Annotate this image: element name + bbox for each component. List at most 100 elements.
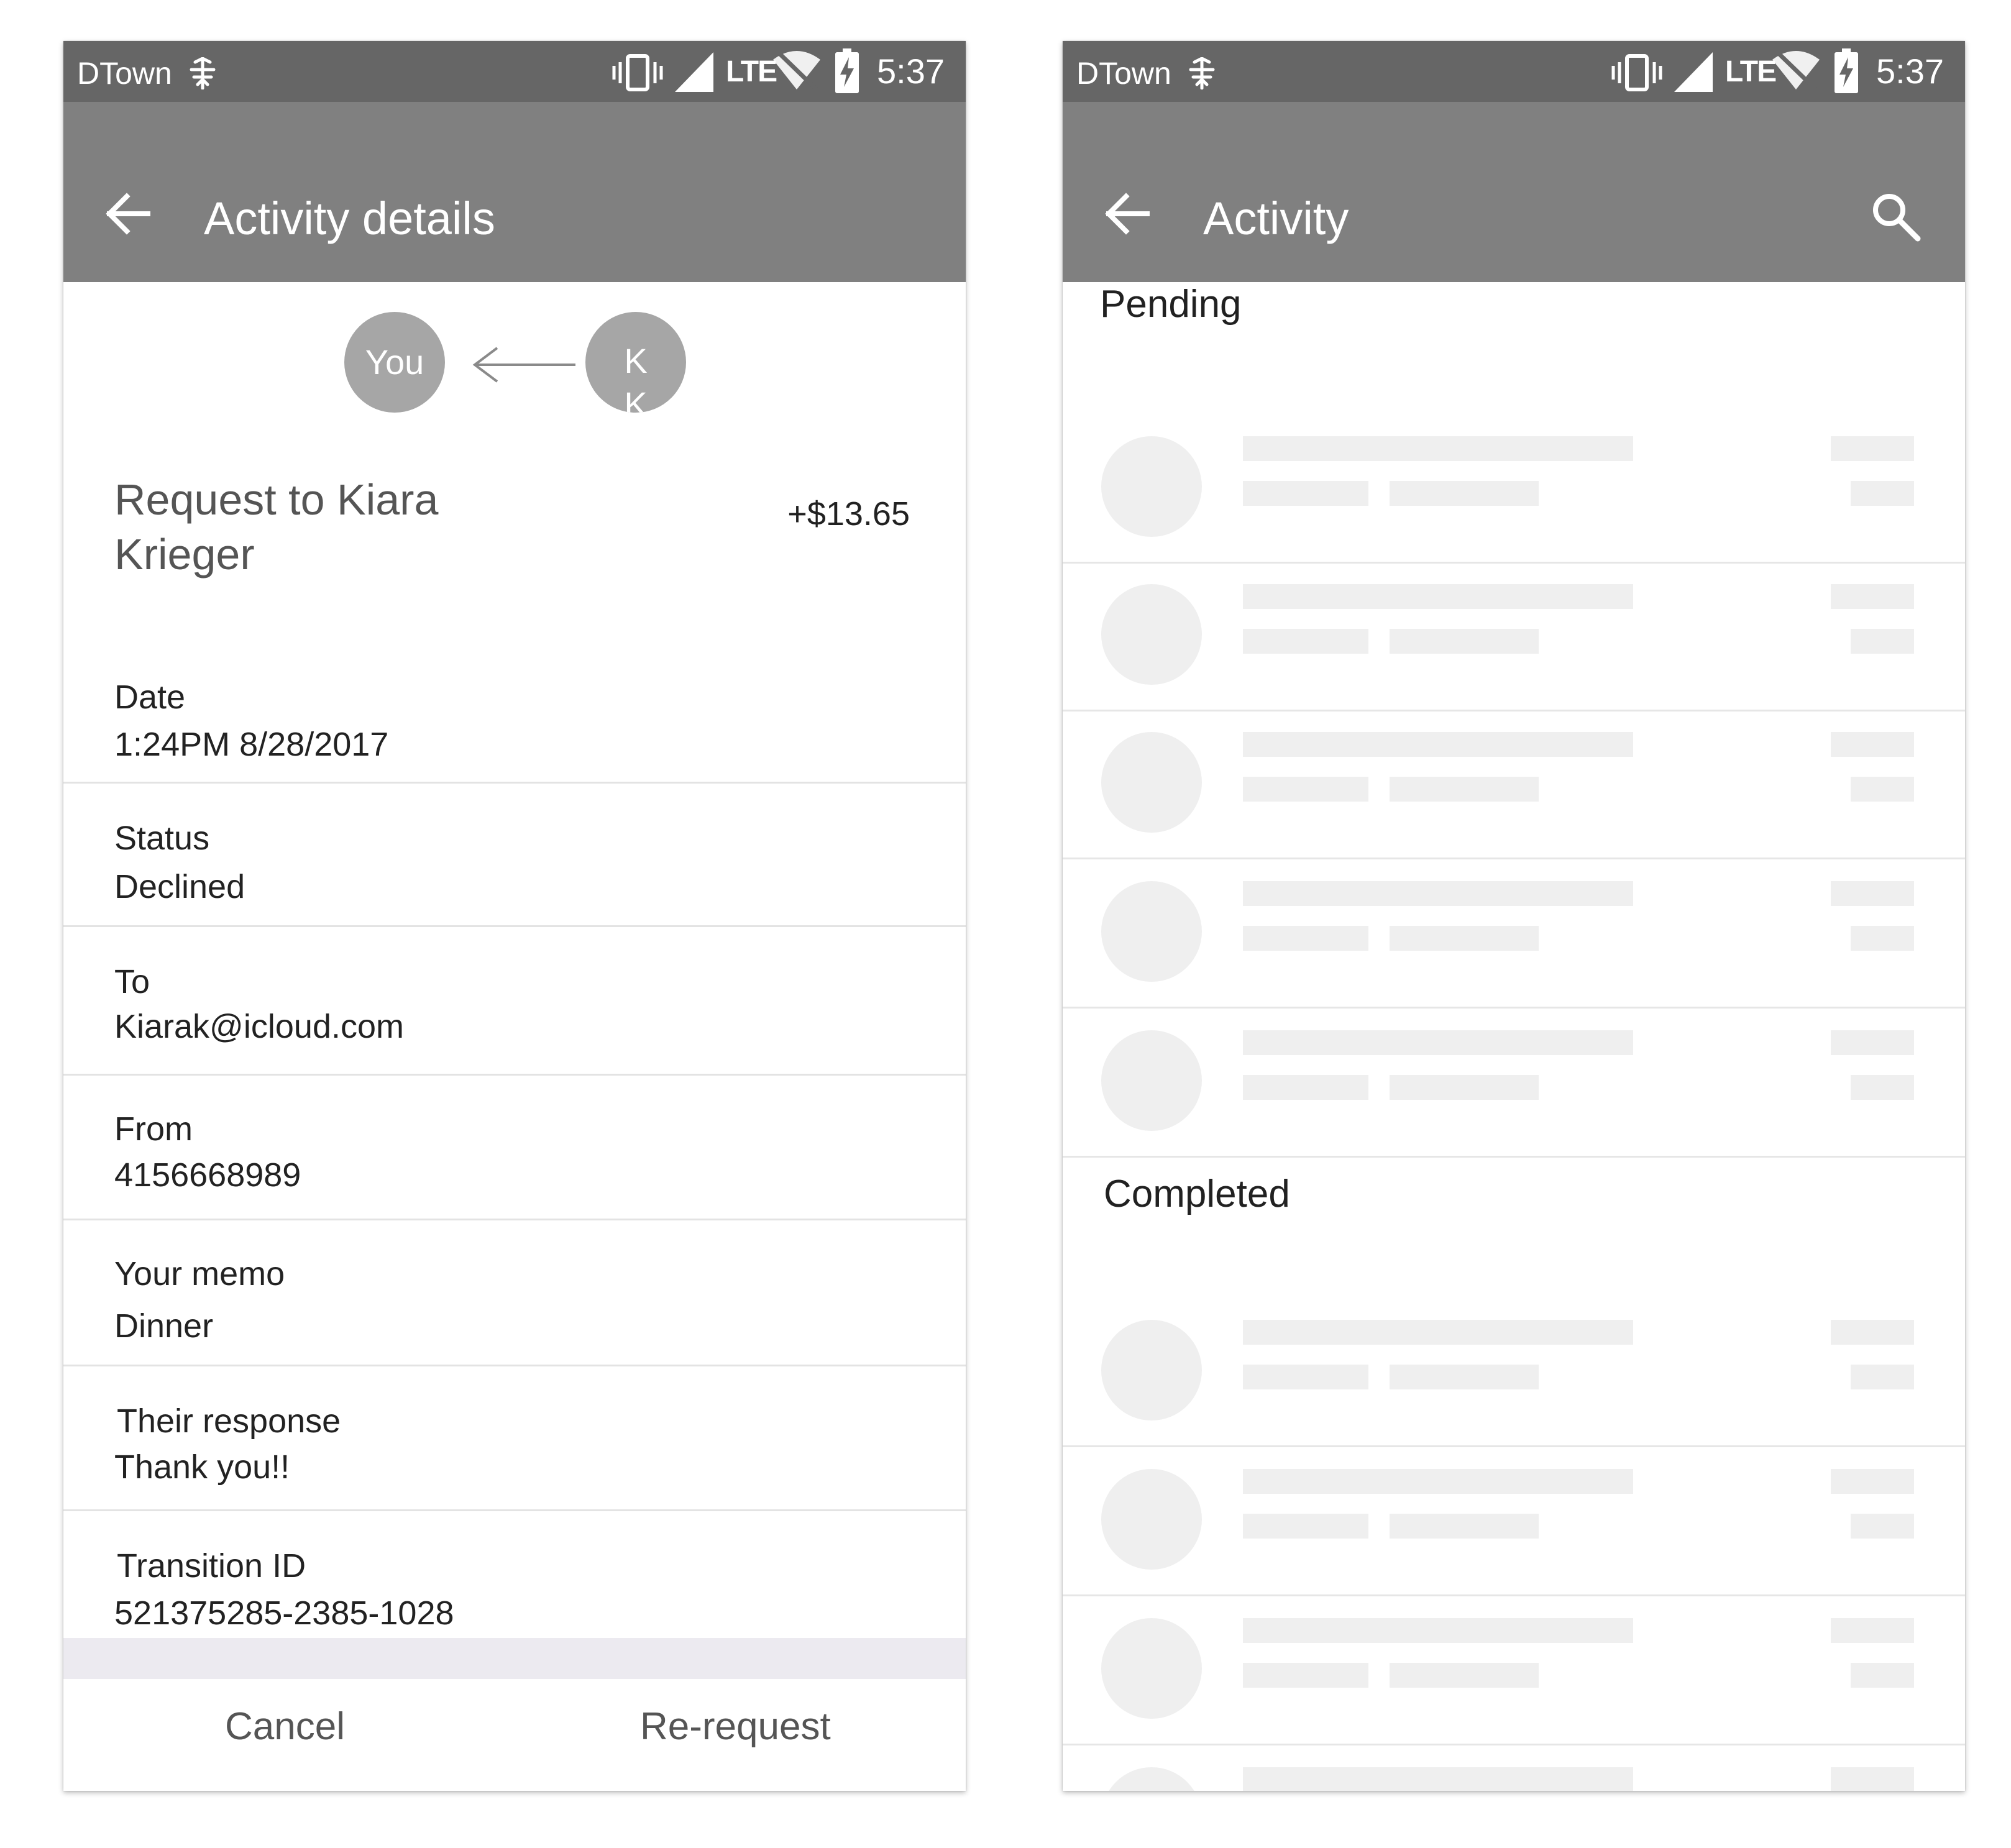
search-icon[interactable] bbox=[1869, 190, 1922, 242]
detail-label: Date bbox=[114, 679, 186, 716]
app-bar: Activity bbox=[1063, 102, 1965, 282]
app-bar: Activity details bbox=[63, 102, 966, 282]
wifi-off-icon bbox=[773, 50, 820, 91]
skeleton-row bbox=[1063, 1296, 1965, 1447]
cancel-button[interactable]: Cancel bbox=[225, 1704, 345, 1750]
detail-date: Date 1:24PM 8/28/2017 bbox=[63, 638, 966, 784]
skeleton-line-amount bbox=[1831, 1618, 1914, 1643]
status-time: 5:37 bbox=[1876, 52, 1944, 91]
divider-band bbox=[63, 1638, 966, 1679]
skeleton-line-meta bbox=[1851, 481, 1914, 506]
skeleton-row bbox=[1063, 560, 1965, 711]
rerequest-button[interactable]: Re-request bbox=[640, 1704, 831, 1750]
skeleton-line-meta bbox=[1851, 629, 1914, 654]
detail-transaction-id: Transition ID 521375285-2385-1028 bbox=[63, 1511, 966, 1638]
request-arrow-icon bbox=[472, 347, 575, 383]
avatar-initial-second: K bbox=[624, 385, 648, 413]
detail-value: 521375285-2385-1028 bbox=[114, 1594, 454, 1632]
skeleton-line-subtitle bbox=[1390, 777, 1539, 802]
skeleton-line-title bbox=[1243, 1030, 1633, 1055]
skeleton-line-subtitle bbox=[1390, 1663, 1539, 1688]
skeleton-line-meta bbox=[1851, 1365, 1914, 1389]
skeleton-row bbox=[1063, 413, 1965, 564]
skeleton-line-subtitle bbox=[1243, 1365, 1368, 1389]
skeleton-line-title bbox=[1243, 881, 1633, 906]
avatar-you: You bbox=[344, 312, 445, 413]
skeleton-avatar bbox=[1101, 1767, 1202, 1791]
request-amount: +$13.65 bbox=[787, 495, 910, 533]
skeleton-line-subtitle bbox=[1390, 1365, 1539, 1389]
skeleton-line-subtitle bbox=[1243, 1514, 1368, 1539]
back-arrow-icon[interactable] bbox=[103, 189, 153, 239]
skeleton-line-subtitle bbox=[1243, 481, 1368, 506]
avatar-recipient: K K bbox=[585, 312, 686, 413]
signal-icon bbox=[675, 52, 713, 92]
detail-value: Thank you!! bbox=[114, 1448, 290, 1486]
detail-from: From 4156668989 bbox=[63, 1076, 966, 1220]
detail-value: 1:24PM 8/28/2017 bbox=[114, 726, 389, 763]
skeleton-row bbox=[1063, 1007, 1965, 1158]
skeleton-line-subtitle bbox=[1390, 1514, 1539, 1539]
page-title: Activity bbox=[1203, 193, 1349, 244]
skeleton-line-subtitle bbox=[1243, 777, 1368, 802]
carrier-tower-icon bbox=[1189, 57, 1215, 89]
skeleton-line-meta bbox=[1851, 1075, 1914, 1100]
skeleton-avatar bbox=[1101, 584, 1202, 685]
status-bar: DTown LTE 5:37 bbox=[63, 41, 966, 102]
skeleton-line-subtitle bbox=[1243, 1663, 1368, 1688]
skeleton-avatar bbox=[1101, 1030, 1202, 1131]
page-title: Activity details bbox=[204, 193, 495, 244]
vibrate-icon bbox=[612, 54, 663, 91]
skeleton-line-meta bbox=[1851, 1663, 1914, 1688]
activity-details-screen: DTown LTE 5:37 Activity details You K K … bbox=[63, 41, 966, 1791]
detail-memo: Your memo Dinner bbox=[63, 1220, 966, 1366]
skeleton-row bbox=[1063, 708, 1965, 859]
skeleton-line-title bbox=[1243, 1767, 1633, 1791]
battery-charging-icon bbox=[1835, 48, 1858, 93]
skeleton-line-meta bbox=[1851, 1514, 1914, 1539]
skeleton-avatar bbox=[1101, 1618, 1202, 1719]
signal-icon bbox=[1674, 52, 1713, 92]
detail-response: Their response Thank you!! bbox=[63, 1366, 966, 1511]
avatar-initial-first: K bbox=[624, 341, 648, 380]
skeleton-line-subtitle bbox=[1243, 629, 1368, 654]
detail-label: Status bbox=[114, 820, 210, 857]
wifi-off-icon bbox=[1772, 50, 1820, 91]
skeleton-line-title bbox=[1243, 584, 1633, 609]
request-title: Request to Kiara Krieger bbox=[114, 475, 439, 579]
detail-value: 4156668989 bbox=[114, 1156, 301, 1194]
skeleton-line-title bbox=[1243, 436, 1633, 461]
skeleton-line-subtitle bbox=[1390, 629, 1539, 654]
section-header-pending: Pending bbox=[1100, 283, 1242, 326]
battery-charging-icon bbox=[835, 48, 859, 93]
detail-value: Declined bbox=[114, 868, 245, 905]
skeleton-line-subtitle bbox=[1390, 926, 1539, 951]
detail-label: From bbox=[114, 1110, 193, 1148]
skeleton-line-subtitle bbox=[1390, 481, 1539, 506]
section-header-completed: Completed bbox=[1104, 1173, 1290, 1215]
carrier-name: DTown bbox=[1076, 56, 1171, 91]
detail-status: Status Declined bbox=[63, 784, 966, 927]
skeleton-row bbox=[1063, 1445, 1965, 1596]
detail-label: Your memo bbox=[114, 1255, 285, 1292]
skeleton-line-subtitle bbox=[1243, 926, 1368, 951]
back-arrow-icon[interactable] bbox=[1102, 189, 1152, 239]
skeleton-row bbox=[1063, 858, 1965, 1009]
detail-value: Kiarak@icloud.com bbox=[114, 1008, 404, 1045]
skeleton-avatar bbox=[1101, 1320, 1202, 1420]
status-bar: DTown LTE 5:37 bbox=[1063, 41, 1965, 102]
skeleton-line-amount bbox=[1831, 436, 1914, 461]
detail-label: Transition ID bbox=[117, 1547, 306, 1585]
detail-value: Dinner bbox=[114, 1307, 214, 1345]
activity-screen: DTown LTE 5:37 Activity Pending Complete… bbox=[1063, 41, 1965, 1791]
carrier-name: DTown bbox=[77, 56, 172, 91]
skeleton-line-amount bbox=[1831, 584, 1914, 609]
status-time: 5:37 bbox=[877, 52, 945, 91]
network-type: LTE bbox=[726, 55, 777, 88]
skeleton-line-amount bbox=[1831, 732, 1914, 757]
skeleton-avatar bbox=[1101, 436, 1202, 537]
skeleton-line-meta bbox=[1851, 926, 1914, 951]
detail-label: To bbox=[114, 963, 150, 1000]
skeleton-line-amount bbox=[1831, 1320, 1914, 1345]
network-type: LTE bbox=[1725, 55, 1777, 88]
